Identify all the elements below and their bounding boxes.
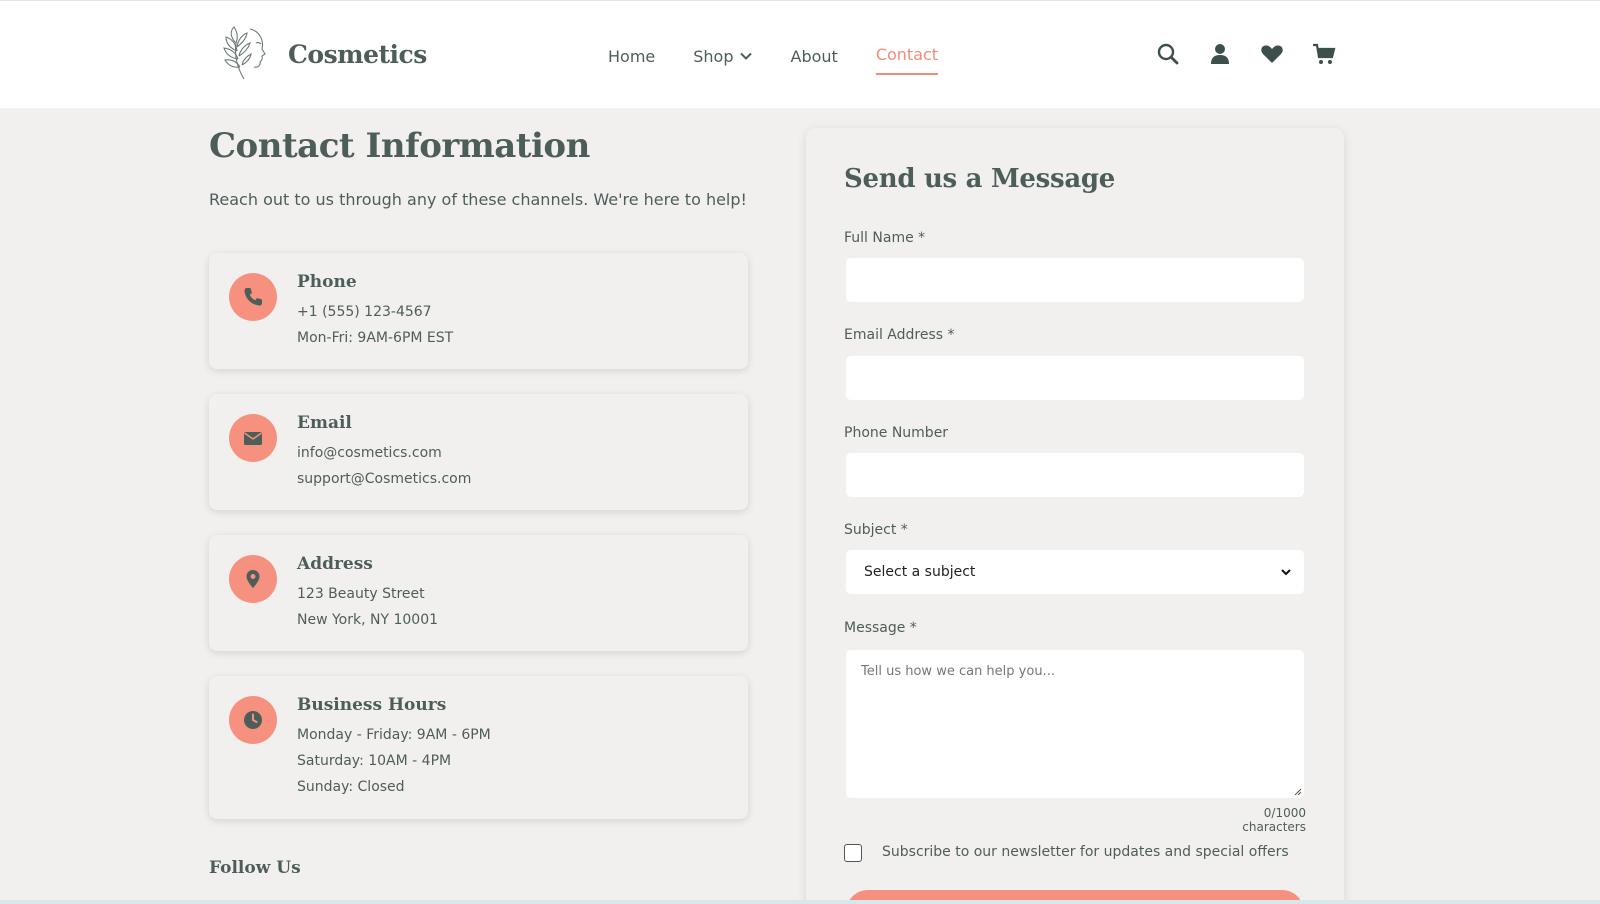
nav-contact-label: Contact bbox=[875, 45, 939, 64]
nav-about-label: About bbox=[790, 46, 838, 66]
nav-shop[interactable]: Shop bbox=[693, 45, 752, 67]
phone-icon-badge bbox=[229, 273, 277, 321]
address-street: 123 Beauty Street bbox=[297, 586, 425, 602]
face-leaf-logo-icon bbox=[223, 26, 266, 80]
clock-icon bbox=[244, 711, 262, 729]
subject-selected-value: Select a subject bbox=[864, 564, 976, 580]
contact-card-address: Address 123 Beauty Street New York, NY 1… bbox=[209, 535, 748, 651]
chevron-down-icon bbox=[739, 52, 752, 60]
message-label: Message * bbox=[844, 620, 917, 636]
site-header: Cosmetics Home Shop About Contact bbox=[0, 0, 1600, 108]
hours-weekday: Monday - Friday: 9AM - 6PM bbox=[297, 727, 491, 743]
resize-handle-icon[interactable] bbox=[1292, 786, 1302, 796]
phone-label: Phone Number bbox=[844, 425, 949, 441]
card-title: Phone bbox=[297, 272, 357, 292]
phone-hours: Mon-Fri: 9AM-6PM EST bbox=[297, 330, 454, 346]
envelope-icon bbox=[244, 432, 262, 445]
nav-home[interactable]: Home bbox=[608, 45, 655, 67]
envelope-icon-badge bbox=[229, 414, 277, 462]
header-actions bbox=[1155, 41, 1363, 67]
phone-input[interactable] bbox=[846, 453, 1304, 497]
newsletter-label[interactable]: Subscribe to our newsletter for updates … bbox=[882, 844, 1289, 860]
page-title: Contact Information bbox=[209, 126, 590, 166]
phone-number: +1 (555) 123-4567 bbox=[297, 304, 432, 320]
card-title: Business Hours bbox=[297, 695, 447, 715]
card-title: Email bbox=[297, 413, 352, 433]
email-label: Email Address * bbox=[844, 327, 955, 343]
map-pin-icon bbox=[246, 570, 260, 588]
heart-icon[interactable] bbox=[1259, 41, 1285, 67]
map-pin-icon-badge bbox=[229, 555, 277, 603]
page-bottom-edge bbox=[0, 900, 1600, 904]
card-title: Address bbox=[297, 554, 373, 574]
contact-card-phone: Phone +1 (555) 123-4567 Mon-Fri: 9AM-6PM… bbox=[209, 253, 748, 369]
subject-select[interactable]: Select a subject bbox=[846, 550, 1304, 594]
email-support[interactable]: support@Cosmetics.com bbox=[297, 471, 471, 487]
contact-card-email: Email info@cosmetics.com support@Cosmeti… bbox=[209, 394, 748, 510]
user-icon[interactable] bbox=[1207, 41, 1233, 67]
phone-icon bbox=[244, 288, 262, 306]
char-counter: 0/1000 characters bbox=[1242, 806, 1306, 834]
form-title: Send us a Message bbox=[844, 164, 1116, 194]
brand-logo[interactable]: Cosmetics bbox=[220, 23, 427, 85]
cart-icon[interactable] bbox=[1311, 41, 1337, 67]
chevron-down-icon bbox=[1281, 569, 1291, 576]
hours-sunday: Sunday: Closed bbox=[297, 779, 405, 795]
nav-shop-label: Shop bbox=[693, 46, 734, 66]
contact-card-hours: Business Hours Monday - Friday: 9AM - 6P… bbox=[209, 676, 748, 819]
contact-form: Send us a Message Full Name * Email Addr… bbox=[806, 128, 1344, 904]
nav-about[interactable]: About bbox=[791, 45, 838, 67]
main-nav: Home Shop About Contact bbox=[608, 45, 976, 75]
full-name-input[interactable] bbox=[846, 258, 1304, 302]
page-subtitle: Reach out to us through any of these cha… bbox=[209, 190, 747, 209]
newsletter-checkbox[interactable] bbox=[844, 844, 862, 862]
email-primary[interactable]: info@cosmetics.com bbox=[297, 445, 442, 461]
nav-contact[interactable]: Contact bbox=[875, 45, 939, 75]
full-name-label: Full Name * bbox=[844, 230, 926, 246]
message-placeholder: Tell us how we can help you... bbox=[861, 664, 1055, 679]
search-icon[interactable] bbox=[1155, 41, 1181, 67]
follow-us-heading: Follow Us bbox=[209, 858, 301, 878]
brand-name: Cosmetics bbox=[288, 39, 427, 69]
address-city: New York, NY 10001 bbox=[297, 612, 439, 628]
subject-label: Subject * bbox=[844, 522, 908, 538]
nav-home-label: Home bbox=[608, 46, 656, 66]
email-input[interactable] bbox=[846, 356, 1304, 400]
clock-icon-badge bbox=[229, 696, 277, 744]
message-textarea[interactable]: Tell us how we can help you... bbox=[846, 650, 1304, 798]
hours-saturday: Saturday: 10AM - 4PM bbox=[297, 753, 452, 769]
